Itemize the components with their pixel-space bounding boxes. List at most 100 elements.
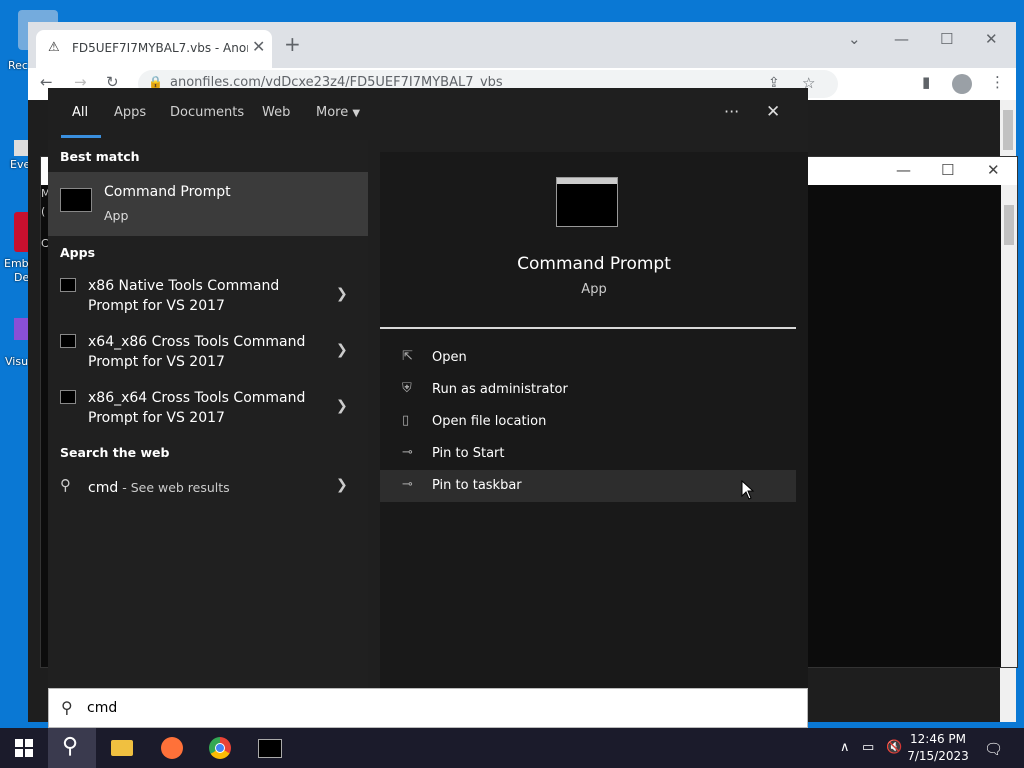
- command-prompt-large-icon-titlebar: [557, 178, 617, 184]
- taskbar-chrome[interactable]: [196, 728, 244, 768]
- chevron-right-icon[interactable]: ❯: [336, 286, 348, 302]
- chevron-down-icon: ▼: [352, 108, 361, 119]
- action-open-label: Open: [432, 350, 467, 365]
- taskbar: ⚲ ∧ ▭ 🔇 12:46 PM 7/15/2023 🗨: [0, 728, 1024, 768]
- start-button[interactable]: [0, 728, 48, 768]
- app-result-3[interactable]: x86_x64 Cross Tools Command Prompt for V…: [48, 384, 368, 436]
- chevron-right-icon[interactable]: ❯: [336, 477, 348, 493]
- command-prompt-icon: [60, 278, 76, 292]
- taskbar-file-explorer[interactable]: [98, 728, 146, 768]
- notification-icon[interactable]: 🗨: [984, 740, 1003, 758]
- action-pin-to-start-label: Pin to Start: [432, 446, 505, 461]
- mouse-cursor-icon: [741, 480, 755, 500]
- action-open-file-location[interactable]: ▯ Open file location: [380, 406, 796, 438]
- side-panel-icon[interactable]: ▮: [922, 73, 930, 91]
- menu-kebab-icon[interactable]: ⋮: [990, 73, 1005, 91]
- console-scroll-thumb[interactable]: [1004, 205, 1014, 245]
- tab-more[interactable]: More ▼: [316, 105, 360, 120]
- close-icon[interactable]: ✕: [985, 30, 998, 48]
- action-pin-to-taskbar[interactable]: ⊸ Pin to taskbar: [380, 470, 796, 502]
- network-icon[interactable]: ▭: [862, 740, 874, 755]
- maximize-icon[interactable]: ☐: [940, 30, 953, 48]
- chevron-right-icon[interactable]: ❯: [336, 342, 348, 358]
- detail-subtitle: App: [581, 282, 607, 297]
- web-result[interactable]: ⚲ cmd - See web results ❯: [48, 472, 368, 502]
- console-scrollbar[interactable]: [1001, 185, 1017, 667]
- tab-documents[interactable]: Documents: [170, 105, 244, 120]
- detail-pane: Command Prompt App ⇱ Open ⛨ Run as admin…: [380, 152, 808, 688]
- best-match-heading: Best match: [60, 149, 140, 164]
- open-icon: ⇱: [402, 349, 413, 364]
- tab-close-icon[interactable]: ✕: [252, 37, 265, 56]
- app-result-2-line1: x64_x86 Cross Tools Command: [88, 334, 306, 350]
- command-prompt-icon: [60, 390, 76, 404]
- desktop-label-emb: Emb: [4, 257, 29, 270]
- command-prompt-large-icon: [556, 177, 618, 227]
- search-input[interactable]: cmd: [87, 700, 117, 716]
- best-match-subtitle: App: [104, 208, 129, 223]
- action-pin-to-taskbar-label: Pin to taskbar: [432, 478, 522, 493]
- app-result-3-line2: Prompt for VS 2017: [88, 410, 225, 426]
- action-pin-to-start[interactable]: ⊸ Pin to Start: [380, 438, 796, 470]
- firefox-icon: [161, 737, 183, 759]
- console-text-2: (: [41, 205, 46, 218]
- clock-time: 12:46 PM: [910, 732, 966, 746]
- tab-more-label: More: [316, 105, 349, 120]
- page-scroll-thumb[interactable]: [1003, 110, 1013, 150]
- search-icon: ⚲: [62, 734, 79, 759]
- file-icon: ▯: [402, 413, 410, 428]
- app-result-1-line1: x86 Native Tools Command: [88, 278, 280, 294]
- console-close-icon[interactable]: ✕: [987, 161, 1000, 179]
- command-prompt-icon: [60, 188, 92, 212]
- action-run-as-admin[interactable]: ⛨ Run as administrator: [380, 374, 796, 406]
- taskbar-firefox[interactable]: [148, 728, 196, 768]
- console-minimize-icon[interactable]: —: [896, 161, 911, 179]
- app-result-1[interactable]: x86 Native Tools Command Prompt for VS 2…: [48, 272, 368, 324]
- search-panel: All Apps Documents Web More ▼ ··· ✕ Best…: [48, 88, 808, 688]
- tab-all[interactable]: All: [72, 105, 88, 120]
- app-result-1-line2: Prompt for VS 2017: [88, 298, 225, 314]
- detail-divider: [380, 327, 796, 329]
- chrome-icon: [209, 737, 231, 759]
- close-icon[interactable]: ✕: [766, 102, 780, 122]
- tab-title: FD5UEF7I7MYBAL7.vbs - AnonFil: [72, 41, 248, 55]
- taskbar-search-button[interactable]: ⚲: [48, 728, 96, 768]
- tab-web[interactable]: Web: [262, 105, 290, 120]
- more-options-icon[interactable]: ···: [724, 102, 739, 121]
- best-match-title: Command Prompt: [104, 184, 231, 200]
- console-maximize-icon[interactable]: ☐: [941, 161, 954, 179]
- lock-icon: 🔒: [148, 75, 163, 89]
- web-result-suffix: - See web results: [118, 480, 230, 495]
- command-prompt-icon: [60, 334, 76, 348]
- search-box[interactable]: ⚲ cmd: [48, 688, 808, 728]
- clock[interactable]: 12:46 PM 7/15/2023: [898, 731, 978, 765]
- clock-date: 7/15/2023: [907, 749, 969, 763]
- app-result-2[interactable]: x64_x86 Cross Tools Command Prompt for V…: [48, 328, 368, 380]
- profile-avatar[interactable]: [952, 74, 972, 94]
- apps-heading: Apps: [60, 245, 96, 260]
- action-open[interactable]: ⇱ Open: [380, 342, 796, 374]
- new-tab-button[interactable]: +: [284, 32, 301, 56]
- shield-icon: ⛨: [402, 381, 412, 396]
- desktop-label-de: De: [14, 271, 30, 284]
- taskbar-command-prompt[interactable]: [245, 728, 293, 768]
- tab-strip: ⚠ FD5UEF7I7MYBAL7.vbs - AnonFil ✕ + ⌄ — …: [28, 22, 1016, 68]
- app-result-2-line2: Prompt for VS 2017: [88, 354, 225, 370]
- search-web-heading: Search the web: [60, 445, 170, 460]
- detail-title: Command Prompt: [517, 254, 671, 274]
- command-prompt-icon: [258, 739, 282, 758]
- minimize-icon[interactable]: —: [894, 30, 909, 48]
- search-icon: ⚲: [60, 476, 71, 494]
- chrome-icon-center: [215, 743, 225, 753]
- chevron-up-icon[interactable]: ∧: [840, 740, 850, 755]
- search-icon: ⚲: [61, 698, 73, 717]
- web-result-text: cmd - See web results: [88, 477, 230, 496]
- tab-apps[interactable]: Apps: [114, 105, 146, 120]
- action-run-as-admin-label: Run as administrator: [432, 382, 568, 397]
- tab-favicon-icon: ⚠: [48, 40, 60, 55]
- chevron-right-icon[interactable]: ❯: [336, 398, 348, 414]
- app-result-3-line1: x86_x64 Cross Tools Command: [88, 390, 306, 406]
- browser-tab[interactable]: ⚠ FD5UEF7I7MYBAL7.vbs - AnonFil ✕: [36, 30, 272, 68]
- best-match-item[interactable]: Command Prompt App: [48, 172, 368, 236]
- tab-search-icon[interactable]: ⌄: [848, 30, 861, 48]
